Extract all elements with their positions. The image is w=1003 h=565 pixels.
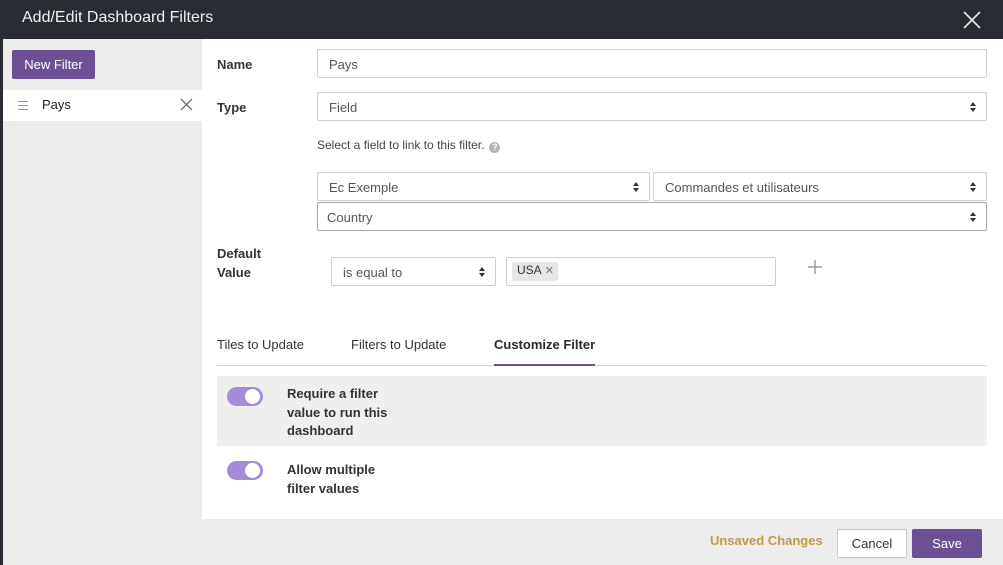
default-value-label: Default Value — [217, 244, 261, 282]
field-select[interactable]: Country — [317, 202, 987, 231]
field-select-value: Country — [327, 210, 373, 225]
field-hint-text: Select a field to link to this filter. — [317, 138, 485, 152]
drag-handle-icon[interactable] — [18, 101, 28, 110]
option-label-line: dashboard — [287, 423, 354, 438]
option-label-line: value to run this — [287, 404, 388, 420]
operator-select-value: is equal to — [343, 265, 403, 280]
option-label: Allow multiple filter values — [287, 461, 375, 498]
option-allow-multiple: Allow multiple filter values — [217, 446, 987, 506]
type-select-value: Field — [329, 100, 358, 115]
select-arrow-icon — [970, 212, 976, 222]
type-label: Type — [217, 100, 247, 115]
require-value-toggle[interactable] — [227, 387, 263, 406]
option-label-line: filter values — [287, 480, 360, 496]
remove-icon[interactable] — [180, 98, 193, 111]
option-label: Require a filter value to run this dashb… — [287, 385, 387, 441]
filter-sidebar: New Filter Pays — [0, 39, 202, 519]
value-chip: USA ✕ — [512, 262, 558, 281]
name-input[interactable]: Pays — [317, 49, 987, 78]
tab-tiles-to-update[interactable]: Tiles to Update — [217, 337, 304, 366]
sidebar-item-label: Pays — [42, 97, 71, 112]
remove-chip-icon[interactable]: ✕ — [545, 265, 554, 277]
model-select[interactable]: Ec Exemple — [317, 172, 650, 201]
option-require-value: Require a filter value to run this dashb… — [217, 376, 987, 446]
dialog-footer: Unsaved Changes Cancel Save — [0, 519, 1003, 565]
dialog-titlebar: Add/Edit Dashboard Filters — [0, 0, 1003, 39]
unsaved-status: Unsaved Changes — [710, 533, 823, 548]
save-button[interactable]: Save — [912, 529, 982, 558]
model-select-value: Ec Exemple — [329, 180, 399, 195]
option-label-line: Require a filter — [287, 386, 379, 401]
sidebar-item-pays[interactable]: Pays — [3, 90, 202, 121]
cancel-button[interactable]: Cancel — [837, 529, 907, 558]
select-arrow-icon — [633, 182, 639, 192]
filter-editor: Name Pays Type Field Select a field to l… — [202, 39, 1003, 519]
allow-multiple-toggle[interactable] — [227, 461, 263, 480]
name-input-value: Pays — [329, 57, 358, 72]
select-arrow-icon — [479, 267, 485, 277]
default-value-label-line: Value — [217, 265, 251, 280]
tab-customize-filter[interactable]: Customize Filter — [494, 337, 596, 366]
value-tag-input[interactable]: USA ✕ — [506, 257, 776, 286]
type-select[interactable]: Field — [317, 92, 987, 121]
new-filter-button[interactable]: New Filter — [12, 50, 95, 79]
default-value-label-line: Default — [217, 246, 262, 261]
close-icon[interactable] — [961, 9, 983, 31]
select-arrow-icon — [970, 182, 976, 192]
explore-select-value: Commandes et utilisateurs — [665, 180, 819, 195]
filter-tabs: Tiles to Update Filters to Update Custom… — [217, 337, 987, 366]
dialog-title: Add/Edit Dashboard Filters — [22, 9, 214, 26]
value-chip-label: USA — [517, 263, 542, 277]
name-label: Name — [217, 57, 253, 72]
field-hint: Select a field to link to this filter.? — [317, 138, 501, 153]
operator-select[interactable]: is equal to — [331, 257, 496, 286]
tab-filters-to-update[interactable]: Filters to Update — [351, 337, 446, 366]
option-label-line: Allow multiple — [287, 462, 376, 477]
help-icon[interactable]: ? — [489, 142, 501, 153]
select-arrow-icon — [970, 102, 976, 112]
plus-icon[interactable] — [808, 260, 822, 274]
explore-select[interactable]: Commandes et utilisateurs — [653, 172, 987, 201]
